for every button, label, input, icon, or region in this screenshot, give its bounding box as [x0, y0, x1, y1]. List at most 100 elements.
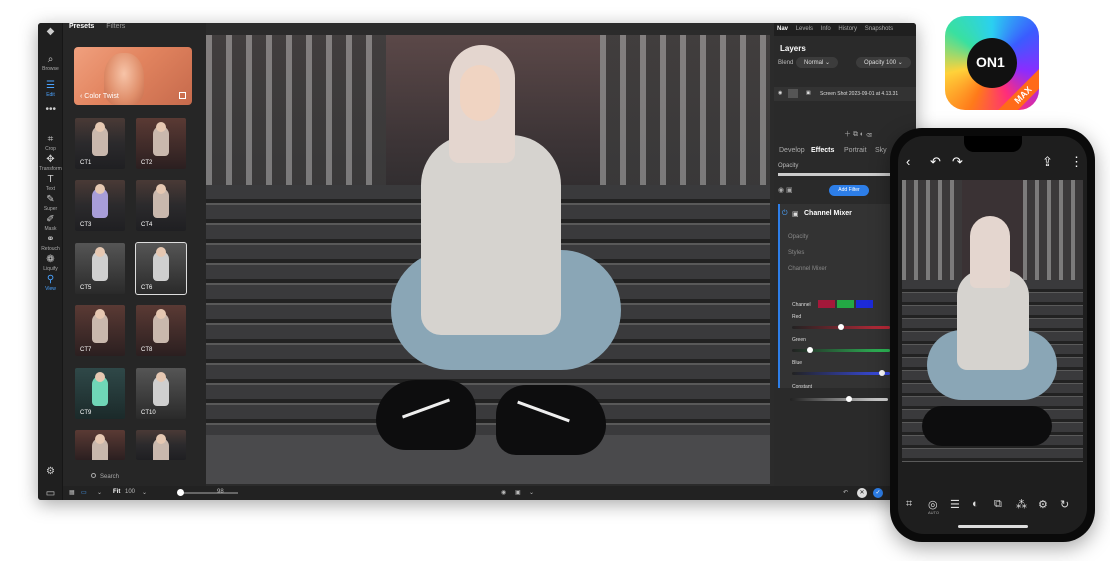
blend-select[interactable]: Normal ⌄ [796, 57, 839, 68]
tool-retouch[interactable]: ⚭ Retouch [38, 235, 63, 253]
tab-snapshots[interactable]: Snapshots [862, 23, 896, 32]
grid-view-icon[interactable]: ▦ [69, 489, 75, 496]
visibility-icon[interactable]: ◉ [778, 90, 782, 96]
tab-portrait[interactable]: Portrait [844, 147, 867, 154]
zoom-value[interactable]: 100 [125, 489, 135, 495]
single-view-icon[interactable]: ▭ [81, 489, 87, 496]
green-slider-handle[interactable] [806, 347, 813, 353]
preset-thumb-ct5[interactable]: CT5 [75, 243, 125, 294]
filter-section-opacity[interactable]: Opacity [788, 234, 808, 240]
filter-section-styles[interactable]: Styles [788, 250, 804, 256]
layer-row[interactable]: ◉ ▣ Screen Shot 2023-09-01 at 4.13.31 [774, 87, 916, 101]
tab-sky[interactable]: Sky [875, 147, 887, 154]
preset-thumb-ct8[interactable]: CT8 [136, 305, 186, 356]
delete-layer-icon[interactable]: ⌫ [866, 131, 872, 138]
undo-icon[interactable]: ↶ [843, 489, 848, 496]
panel-toggle-icon[interactable]: ▭ [38, 489, 63, 500]
constant-slider-handle[interactable] [845, 396, 852, 402]
share-icon[interactable]: ⇪ [1042, 154, 1053, 170]
blue-slider-handle[interactable] [879, 370, 886, 376]
done-check-icon[interactable]: ✓ [873, 488, 883, 498]
mask-layer-icon[interactable]: ◐ [860, 131, 864, 138]
tool-browse[interactable]: ⌕ Browse [38, 55, 63, 73]
tool-transform[interactable]: ✥ Transform [38, 155, 63, 173]
tool-rail: ◆ ⌕ Browse ☰ Edit ••• ⌗ Crop ✥ Transform T Te… [38, 23, 63, 500]
tool-mask[interactable]: ✐ Mask [38, 214, 63, 233]
tool-crop[interactable]: ⌗ Crop [38, 134, 63, 153]
preset-thumb-ct2[interactable]: CT2 [136, 118, 186, 169]
preset-thumb-ct9[interactable]: CT9 [75, 368, 125, 419]
preview-eye-icon[interactable]: ◉ [501, 489, 506, 496]
crop-icon: ⌗ [47, 134, 54, 145]
settings-icon[interactable]: ⚙ [38, 467, 63, 478]
channel-blue-swatch[interactable] [856, 300, 873, 308]
preset-thumb-partial[interactable] [75, 430, 125, 460]
grid-icon[interactable] [179, 92, 186, 99]
preset-thumb-ct7[interactable]: CT7 [75, 305, 125, 356]
tab-presets[interactable]: Presets [69, 23, 94, 30]
constant-slider-track[interactable] [790, 398, 888, 401]
tool-super[interactable]: ✎ Super [38, 195, 63, 213]
more-icon[interactable]: ••• [38, 105, 63, 116]
fit-button[interactable]: Fit [113, 489, 120, 495]
tab-effects[interactable]: Effects [811, 147, 834, 154]
channel-green-swatch[interactable] [837, 300, 854, 308]
tab-levels[interactable]: Levels [793, 23, 816, 32]
settings-icon[interactable]: ⚙ [1038, 498, 1048, 511]
tool-liquify[interactable]: ❁ Liquify [38, 255, 63, 273]
channel-red-swatch[interactable] [818, 300, 835, 308]
zoom-slider-track[interactable] [183, 492, 238, 494]
compare-chevron-icon[interactable]: ⌄ [529, 489, 534, 496]
slider-label-constant: Constant [792, 384, 813, 390]
preset-thumb-ct6[interactable]: CT6 [135, 242, 187, 295]
effects-opacity-slider[interactable] [778, 173, 892, 176]
redo-icon[interactable]: ↷ [952, 154, 963, 170]
effects-icon[interactable]: ⁂ [1016, 498, 1027, 511]
tool-text[interactable]: T Text [38, 175, 63, 193]
tab-history[interactable]: History [835, 23, 860, 32]
filter-section-channel-mixer[interactable]: Channel Mixer [788, 266, 827, 272]
chevron-down-icon[interactable]: ⌄ [97, 489, 102, 496]
tab-develop[interactable]: Develop [779, 147, 805, 154]
crop-icon[interactable]: ⌗ [906, 498, 912, 511]
undo-icon[interactable]: ↶ [930, 154, 941, 170]
sliders-icon[interactable]: ☰ [950, 498, 960, 511]
zoom-slider-handle[interactable] [177, 489, 184, 496]
preset-thumb-ct3[interactable]: CT3 [75, 180, 125, 231]
tab-filters[interactable]: Filters [106, 23, 125, 30]
mask-icon: ✐ [46, 214, 55, 225]
tool-edit[interactable]: ☰ Edit [38, 81, 63, 99]
add-layer-icon[interactable]: ＋ [844, 131, 851, 138]
preset-thumb-partial[interactable] [136, 430, 186, 460]
cancel-icon[interactable]: ✕ [857, 488, 867, 498]
zoom-level: 98 [217, 489, 224, 495]
main-photo-canvas[interactable] [206, 35, 770, 484]
tab-nav[interactable]: Nav [774, 23, 791, 32]
presets-search[interactable]: Search [91, 473, 119, 480]
preset-thumb-ct4[interactable]: CT4 [136, 180, 186, 231]
compare-icon[interactable]: ◐ [972, 498, 979, 510]
filter-power-icon[interactable]: ⏻ [782, 210, 788, 218]
phone-photo[interactable] [902, 180, 1083, 462]
preset-category-card[interactable]: ‹ Color Twist [74, 47, 192, 105]
back-icon[interactable]: ‹ [906, 154, 910, 169]
preset-thumb-ct10[interactable]: CT10 [136, 368, 186, 419]
reset-icon[interactable]: ↻ [1060, 498, 1069, 511]
tool-view[interactable]: ⚲ View [38, 274, 63, 293]
tab-info[interactable]: Info [818, 23, 834, 32]
more-vertical-icon[interactable]: ⋮ [1070, 154, 1083, 170]
preset-thumb-ct1[interactable]: CT1 [75, 118, 125, 169]
search-icon [91, 473, 96, 478]
duplicate-layer-icon[interactable]: ⧉ [853, 131, 858, 138]
zoom-chevron-icon[interactable]: ⌄ [142, 489, 147, 496]
blend-row: Blend Normal ⌄ Opacity 100 ⌄ [774, 57, 916, 71]
view-icon: ⚲ [46, 274, 55, 285]
add-filter-button[interactable]: Add Filter [829, 185, 869, 196]
red-slider-handle[interactable] [838, 324, 844, 330]
layers-icon[interactable]: ⧉ [994, 498, 1002, 511]
blue-slider-track[interactable] [792, 372, 890, 375]
filter-mask-icon[interactable]: ▣ [792, 210, 799, 218]
opacity-select[interactable]: Opacity 100 ⌄ [856, 57, 911, 68]
compare-icon[interactable]: ▣ [515, 489, 521, 496]
effects-visibility-icon[interactable]: ◉ ▣ [778, 186, 793, 194]
